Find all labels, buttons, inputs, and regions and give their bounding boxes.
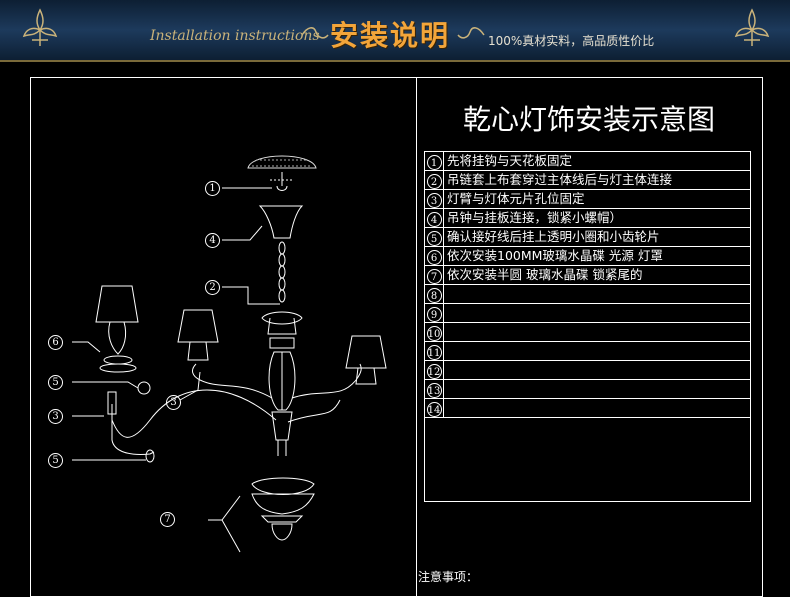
- step-row: 8: [425, 285, 750, 304]
- step-row: 9: [425, 304, 750, 323]
- banner-slogan: 100%真材实料，高品质性价比: [488, 34, 655, 48]
- step-number-badge: 1: [425, 152, 444, 170]
- step-number-badge: 5: [425, 228, 444, 246]
- step-row: 7 依次安装半圆 玻璃水晶碟 锁紧尾的: [425, 266, 750, 285]
- step-row: 11: [425, 342, 750, 361]
- step-row: 2 吊链套上布套穿过主体线后与灯主体连接: [425, 171, 750, 190]
- notes-label: 注意事项：: [418, 570, 479, 584]
- step-row: 4 吊钟与挂板连接，锁紧小螺帽）: [425, 209, 750, 228]
- side-arm: [111, 414, 155, 455]
- step-number-badge: 2: [425, 171, 444, 189]
- ceiling-hook: [276, 172, 288, 191]
- step-text: 吊钟与挂板连接，锁紧小螺帽）: [447, 210, 623, 225]
- steps-table: 1 先将挂钩与天花板固定 2 吊链套上布套穿过主体线后与灯主体连接 3 灯臂与灯体元片…: [424, 151, 751, 502]
- step-text: 吊链套上布套穿过主体线后与灯主体连接: [447, 172, 673, 187]
- bell-cup: [258, 205, 304, 239]
- step-text: 确认接好线后挂上透明小圈和小齿轮片: [447, 229, 660, 244]
- step-number-badge: 12: [425, 361, 444, 379]
- callout-marker: 3: [48, 409, 63, 424]
- chain: [278, 241, 286, 303]
- frame-divider: [416, 77, 417, 597]
- step-number-badge: 4: [425, 209, 444, 227]
- callout-marker: 2: [205, 280, 220, 295]
- step-number-badge: 11: [425, 342, 444, 360]
- step-row: 12: [425, 361, 750, 380]
- callout-marker: 5: [48, 453, 63, 468]
- callout-marker: 6: [48, 335, 63, 350]
- right-fleur-ornament-icon: [734, 8, 770, 46]
- lamp-shades: [95, 285, 387, 385]
- callout-marker: 7: [160, 512, 175, 527]
- chandelier-arms: [111, 363, 362, 438]
- ceiling-canopy: [247, 155, 317, 169]
- bottom-bowl: [251, 477, 315, 541]
- step-number-badge: 8: [425, 285, 444, 303]
- step-text: 依次安装100MM玻璃水晶碟 光源 灯罩: [447, 248, 663, 263]
- step-row: 5 确认接好线后挂上透明小圈和小齿轮片: [425, 228, 750, 247]
- callout-marker: 1: [205, 181, 220, 196]
- right-scroll-ornament-icon: [457, 27, 485, 39]
- step-number-badge: 6: [425, 247, 444, 265]
- step-number-badge: 10: [425, 323, 444, 341]
- callout-marker: 3: [166, 395, 181, 410]
- step-number-badge: 9: [425, 304, 444, 322]
- step-text: 灯臂与灯体元片孔位固定: [447, 191, 585, 206]
- step-text: 先将挂钩与天花板固定: [447, 153, 573, 168]
- callout-marker: 5: [48, 375, 63, 390]
- step-number-badge: 3: [425, 190, 444, 208]
- step-text: 依次安装半圆 玻璃水晶碟 锁紧尾的: [447, 267, 643, 282]
- step-row: 1 先将挂钩与天花板固定: [425, 152, 750, 171]
- step-row: 10: [425, 323, 750, 342]
- small-gear: [137, 381, 151, 395]
- diagram-title: 乾心灯饰安装示意图: [462, 103, 715, 136]
- callout-marker: 4: [205, 233, 220, 248]
- step-row: 13: [425, 380, 750, 399]
- step-row: 3 灯臂与灯体元片孔位固定: [425, 190, 750, 209]
- step-row: 6 依次安装100MM玻璃水晶碟 光源 灯罩: [425, 247, 750, 266]
- step-row: 14: [425, 399, 750, 418]
- central-body: [261, 311, 303, 456]
- step-number-badge: 7: [425, 266, 444, 284]
- step-number-badge: 13: [425, 380, 444, 398]
- step-number-badge: 14: [425, 399, 444, 417]
